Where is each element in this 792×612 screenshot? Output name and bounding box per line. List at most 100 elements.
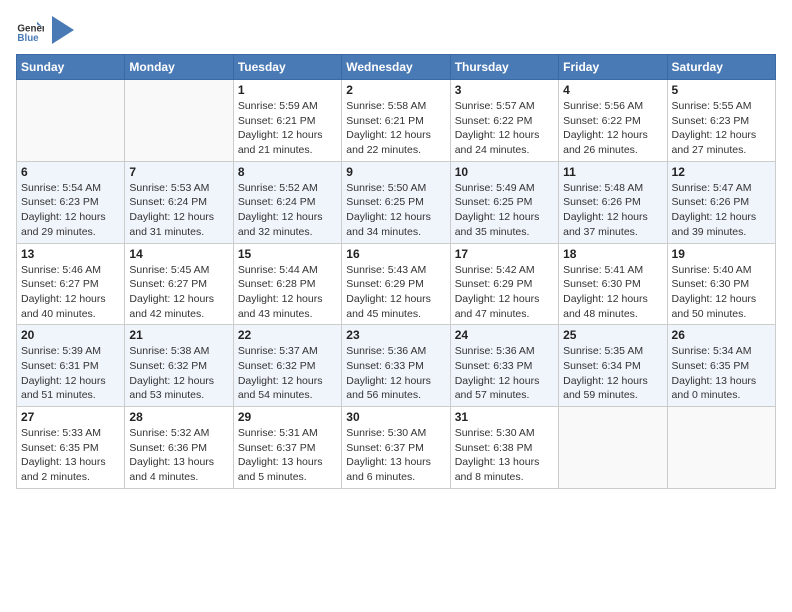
day-info: Sunrise: 5:38 AMSunset: 6:32 PMDaylight:… bbox=[129, 344, 228, 403]
logo-icon: General Blue bbox=[16, 16, 44, 44]
calendar-cell: 11 Sunrise: 5:48 AMSunset: 6:26 PMDayligh… bbox=[559, 161, 667, 243]
day-number: 29 bbox=[238, 410, 337, 424]
day-info: Sunrise: 5:50 AMSunset: 6:25 PMDaylight:… bbox=[346, 181, 445, 240]
day-info: Sunrise: 5:54 AMSunset: 6:23 PMDaylight:… bbox=[21, 181, 120, 240]
calendar-cell: 28Sunrise: 5:32 AMSunset: 6:36 PMDayligh… bbox=[125, 407, 233, 489]
svg-text:Blue: Blue bbox=[17, 33, 39, 44]
calendar-cell: 19Sunrise: 5:40 AMSunset: 6:30 PMDayligh… bbox=[667, 243, 775, 325]
page-header: General Blue bbox=[16, 16, 776, 44]
calendar-cell: 5 Sunrise: 5:55 AMSunset: 6:23 PMDaylight… bbox=[667, 80, 775, 162]
calendar-table: SundayMondayTuesdayWednesdayThursdayFrid… bbox=[16, 54, 776, 489]
day-number: 25 bbox=[563, 328, 662, 342]
calendar-cell bbox=[559, 407, 667, 489]
day-number: 13 bbox=[21, 247, 120, 261]
day-info: Sunrise: 5:59 AMSunset: 6:21 PMDaylight:… bbox=[238, 99, 337, 158]
calendar-cell: 24 Sunrise: 5:36 AMSunset: 6:33 PMDayligh… bbox=[450, 325, 558, 407]
calendar-cell bbox=[667, 407, 775, 489]
day-number: 6 bbox=[21, 165, 120, 179]
day-number: 23 bbox=[346, 328, 445, 342]
calendar-cell: 22 Sunrise: 5:37 AMSunset: 6:32 PMDayligh… bbox=[233, 325, 341, 407]
day-number: 30 bbox=[346, 410, 445, 424]
day-info: Sunrise: 5:42 AMSunset: 6:29 PMDaylight:… bbox=[455, 263, 554, 322]
calendar-cell: 25Sunrise: 5:35 AMSunset: 6:34 PMDayligh… bbox=[559, 325, 667, 407]
calendar-cell: 27 Sunrise: 5:33 AMSunset: 6:35 PMDayligh… bbox=[17, 407, 125, 489]
calendar-cell: 6 Sunrise: 5:54 AMSunset: 6:23 PMDaylight… bbox=[17, 161, 125, 243]
calendar-week-row: 1 Sunrise: 5:59 AMSunset: 6:21 PMDaylight… bbox=[17, 80, 776, 162]
day-of-week-header: Sunday bbox=[17, 55, 125, 80]
calendar-cell: 29 Sunrise: 5:31 AMSunset: 6:37 PMDayligh… bbox=[233, 407, 341, 489]
day-number: 19 bbox=[672, 247, 771, 261]
calendar-cell: 8Sunrise: 5:52 AMSunset: 6:24 PMDaylight… bbox=[233, 161, 341, 243]
calendar-week-row: 20 Sunrise: 5:39 AMSunset: 6:31 PMDayligh… bbox=[17, 325, 776, 407]
day-info: Sunrise: 5:37 AMSunset: 6:32 PMDaylight:… bbox=[238, 344, 337, 403]
day-number: 10 bbox=[455, 165, 554, 179]
calendar-cell: 23 Sunrise: 5:36 AMSunset: 6:33 PMDayligh… bbox=[342, 325, 450, 407]
day-number: 2 bbox=[346, 83, 445, 97]
day-number: 22 bbox=[238, 328, 337, 342]
day-info: Sunrise: 5:56 AMSunset: 6:22 PMDaylight:… bbox=[563, 99, 662, 158]
day-number: 3 bbox=[455, 83, 554, 97]
day-info: Sunrise: 5:53 AMSunset: 6:24 PMDaylight:… bbox=[129, 181, 228, 240]
calendar-cell: 30Sunrise: 5:30 AMSunset: 6:37 PMDayligh… bbox=[342, 407, 450, 489]
day-info: Sunrise: 5:55 AMSunset: 6:23 PMDaylight:… bbox=[672, 99, 771, 158]
day-number: 11 bbox=[563, 165, 662, 179]
day-info: Sunrise: 5:41 AMSunset: 6:30 PMDaylight:… bbox=[563, 263, 662, 322]
day-number: 1 bbox=[238, 83, 337, 97]
day-number: 9 bbox=[346, 165, 445, 179]
day-info: Sunrise: 5:57 AMSunset: 6:22 PMDaylight:… bbox=[455, 99, 554, 158]
day-of-week-header: Monday bbox=[125, 55, 233, 80]
calendar-cell: 4 Sunrise: 5:56 AMSunset: 6:22 PMDaylight… bbox=[559, 80, 667, 162]
calendar-cell: 2 Sunrise: 5:58 AMSunset: 6:21 PMDaylight… bbox=[342, 80, 450, 162]
calendar-cell: 17 Sunrise: 5:42 AMSunset: 6:29 PMDayligh… bbox=[450, 243, 558, 325]
day-number: 5 bbox=[672, 83, 771, 97]
calendar-cell: 15Sunrise: 5:44 AMSunset: 6:28 PMDayligh… bbox=[233, 243, 341, 325]
calendar-cell: 13 Sunrise: 5:46 AMSunset: 6:27 PMDayligh… bbox=[17, 243, 125, 325]
calendar-cell: 12 Sunrise: 5:47 AMSunset: 6:26 PMDayligh… bbox=[667, 161, 775, 243]
day-number: 17 bbox=[455, 247, 554, 261]
day-number: 20 bbox=[21, 328, 120, 342]
day-info: Sunrise: 5:36 AMSunset: 6:33 PMDaylight:… bbox=[455, 344, 554, 403]
calendar-cell: 10 Sunrise: 5:49 AMSunset: 6:25 PMDayligh… bbox=[450, 161, 558, 243]
day-number: 24 bbox=[455, 328, 554, 342]
day-number: 28 bbox=[129, 410, 228, 424]
calendar-cell: 7 Sunrise: 5:53 AMSunset: 6:24 PMDaylight… bbox=[125, 161, 233, 243]
day-info: Sunrise: 5:46 AMSunset: 6:27 PMDaylight:… bbox=[21, 263, 120, 322]
day-number: 27 bbox=[21, 410, 120, 424]
day-info: Sunrise: 5:36 AMSunset: 6:33 PMDaylight:… bbox=[346, 344, 445, 403]
day-info: Sunrise: 5:33 AMSunset: 6:35 PMDaylight:… bbox=[21, 426, 120, 485]
day-info: Sunrise: 5:48 AMSunset: 6:26 PMDaylight:… bbox=[563, 181, 662, 240]
logo-arrow-icon bbox=[52, 16, 74, 44]
calendar-cell: 3 Sunrise: 5:57 AMSunset: 6:22 PMDaylight… bbox=[450, 80, 558, 162]
day-info: Sunrise: 5:31 AMSunset: 6:37 PMDaylight:… bbox=[238, 426, 337, 485]
calendar-header-row: SundayMondayTuesdayWednesdayThursdayFrid… bbox=[17, 55, 776, 80]
day-of-week-header: Friday bbox=[559, 55, 667, 80]
calendar-cell bbox=[125, 80, 233, 162]
day-number: 14 bbox=[129, 247, 228, 261]
logo: General Blue bbox=[16, 16, 74, 44]
day-of-week-header: Thursday bbox=[450, 55, 558, 80]
calendar-week-row: 13 Sunrise: 5:46 AMSunset: 6:27 PMDayligh… bbox=[17, 243, 776, 325]
calendar-cell: 21 Sunrise: 5:38 AMSunset: 6:32 PMDayligh… bbox=[125, 325, 233, 407]
day-number: 21 bbox=[129, 328, 228, 342]
calendar-cell: 18Sunrise: 5:41 AMSunset: 6:30 PMDayligh… bbox=[559, 243, 667, 325]
calendar-cell: 16Sunrise: 5:43 AMSunset: 6:29 PMDayligh… bbox=[342, 243, 450, 325]
day-info: Sunrise: 5:39 AMSunset: 6:31 PMDaylight:… bbox=[21, 344, 120, 403]
day-number: 12 bbox=[672, 165, 771, 179]
day-number: 26 bbox=[672, 328, 771, 342]
day-of-week-header: Wednesday bbox=[342, 55, 450, 80]
calendar-cell: 14 Sunrise: 5:45 AMSunset: 6:27 PMDayligh… bbox=[125, 243, 233, 325]
day-number: 8 bbox=[238, 165, 337, 179]
calendar-week-row: 6 Sunrise: 5:54 AMSunset: 6:23 PMDaylight… bbox=[17, 161, 776, 243]
day-info: Sunrise: 5:58 AMSunset: 6:21 PMDaylight:… bbox=[346, 99, 445, 158]
day-number: 31 bbox=[455, 410, 554, 424]
day-info: Sunrise: 5:47 AMSunset: 6:26 PMDaylight:… bbox=[672, 181, 771, 240]
day-of-week-header: Tuesday bbox=[233, 55, 341, 80]
day-number: 4 bbox=[563, 83, 662, 97]
day-info: Sunrise: 5:43 AMSunset: 6:29 PMDaylight:… bbox=[346, 263, 445, 322]
day-info: Sunrise: 5:49 AMSunset: 6:25 PMDaylight:… bbox=[455, 181, 554, 240]
day-info: Sunrise: 5:45 AMSunset: 6:27 PMDaylight:… bbox=[129, 263, 228, 322]
day-number: 7 bbox=[129, 165, 228, 179]
day-info: Sunrise: 5:44 AMSunset: 6:28 PMDaylight:… bbox=[238, 263, 337, 322]
day-info: Sunrise: 5:34 AMSunset: 6:35 PMDaylight:… bbox=[672, 344, 771, 403]
day-of-week-header: Saturday bbox=[667, 55, 775, 80]
